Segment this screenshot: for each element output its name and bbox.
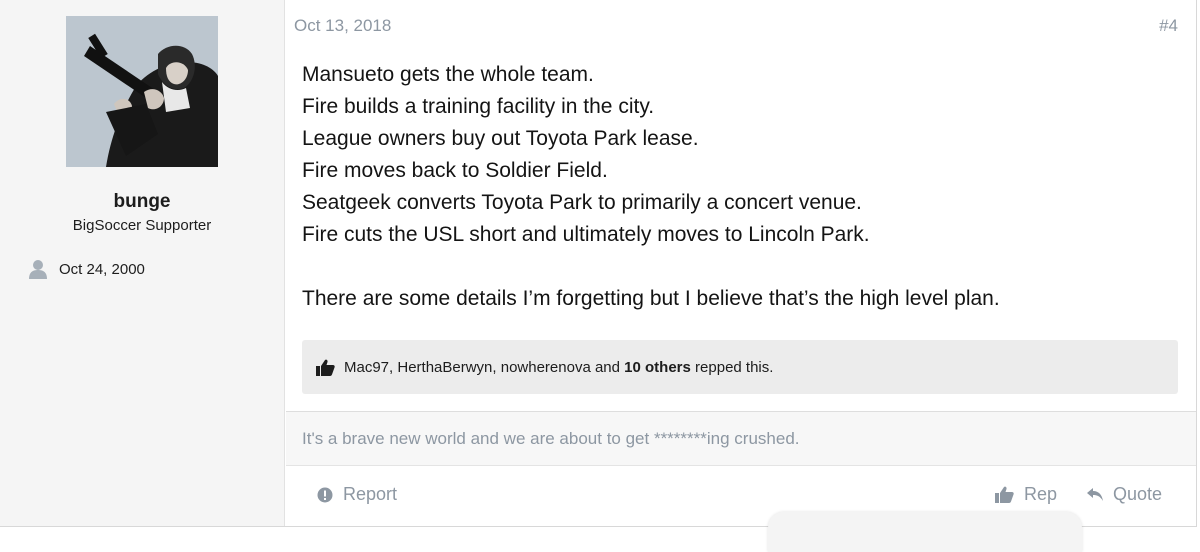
post-main: Oct 13, 2018 #4 Mansueto gets the whole … (286, 0, 1196, 526)
joined-date-text: Oct 24, 2000 (59, 260, 145, 278)
post-line: Mansueto gets the whole team. (302, 63, 594, 86)
thumbs-up-icon (995, 486, 1014, 503)
avatar[interactable] (66, 16, 218, 167)
rep-label: Rep (1024, 484, 1058, 504)
report-label: Report (343, 484, 398, 504)
alert-circle-icon (317, 487, 333, 502)
reps-names[interactable]: Mac97, HerthaBerwyn, nowherenova (344, 359, 591, 376)
rep-button[interactable]: Rep (995, 484, 1057, 505)
bottom-popup-edge (768, 512, 1082, 552)
person-icon (29, 260, 47, 279)
signature: It's a brave new world and we are about … (302, 429, 800, 448)
post-number[interactable]: #4 (1159, 16, 1178, 36)
reps-suffix: repped this. (690, 358, 774, 376)
post-line: There are some details I’m forgetting bu… (302, 287, 1000, 310)
avatar-image (66, 16, 218, 167)
quote-button[interactable]: Quote (1087, 484, 1162, 505)
reps-and: and (590, 358, 625, 376)
post-line: League owners buy out Toyota Park lease. (302, 127, 699, 150)
forum-post: bunge BigSoccer Supporter Oct 24, 2000 O… (0, 0, 1197, 552)
post-line: Fire cuts the USL short and ultimately m… (302, 223, 870, 246)
post-line: Seatgeek converts Toyota Park to primari… (302, 191, 862, 214)
reps-others-link[interactable]: 10 others (624, 359, 691, 376)
post-body: Mansueto gets the whole team. Fire build… (302, 59, 1182, 315)
joined-date: Oct 24, 2000 (28, 259, 145, 279)
post-line: Fire moves back to Soldier Field. (302, 159, 608, 182)
thumbs-up-icon (316, 359, 335, 376)
post-line: Fire builds a training facility in the c… (302, 95, 655, 118)
report-button[interactable]: Report (317, 484, 397, 505)
post-date[interactable]: Oct 13, 2018 (294, 16, 391, 36)
user-title: BigSoccer Supporter (72, 217, 212, 234)
username[interactable]: bunge (0, 191, 284, 213)
quote-label: Quote (1113, 484, 1163, 504)
post-author-sidebar: bunge BigSoccer Supporter Oct 24, 2000 (0, 0, 285, 526)
reps-list: Mac97, HerthaBerwyn, nowherenova and 10 … (302, 340, 1178, 394)
reply-arrow-icon (1087, 487, 1103, 501)
